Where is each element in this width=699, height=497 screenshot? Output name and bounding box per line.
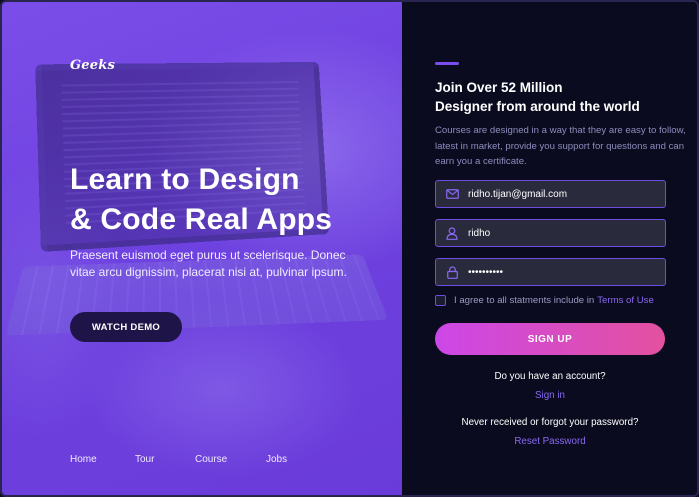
form-description: Courses are designed in a way that they … (435, 123, 697, 170)
signup-panel: Join Over 52 Million Designer from aroun… (402, 2, 699, 497)
mail-icon (436, 181, 468, 207)
have-account-text: Do you have an account? (435, 371, 665, 382)
hero-title: Learn to Design & Code Real Apps (70, 160, 390, 240)
footer-nav: Home Tour Course Jobs (70, 454, 287, 465)
form-title-line-2: Designer from around the world (435, 98, 695, 117)
email-field-wrapper (435, 180, 666, 208)
user-icon (436, 220, 468, 246)
app-window: Geeks Learn to Design & Code Real Apps P… (0, 0, 699, 497)
form-title-line-1: Join Over 52 Million (435, 79, 695, 98)
terms-checkbox[interactable] (435, 295, 446, 306)
username-input[interactable] (468, 228, 658, 239)
hero-section: Geeks Learn to Design & Code Real Apps P… (2, 2, 402, 497)
sign-in-link[interactable]: Sign in (435, 390, 665, 401)
terms-agreement-text: I agree to all statments include in (454, 295, 594, 306)
form-title: Join Over 52 Million Designer from aroun… (435, 79, 695, 116)
watch-demo-button[interactable]: WATCH DEMO (70, 312, 182, 342)
hero-title-line-2: & Code Real Apps (70, 200, 390, 240)
nav-link-home[interactable]: Home (70, 454, 135, 465)
sign-up-button[interactable]: SIGN UP (435, 323, 665, 355)
nav-link-course[interactable]: Course (195, 454, 266, 465)
password-field-wrapper (435, 258, 666, 286)
nav-link-jobs[interactable]: Jobs (266, 454, 287, 465)
terms-agreement: I agree to all statments include in Term… (435, 295, 654, 306)
brand-logo[interactable]: Geeks (70, 58, 115, 73)
hero-title-line-1: Learn to Design (70, 160, 390, 200)
accent-divider (435, 62, 459, 65)
terms-of-use-link[interactable]: Terms of Use (597, 295, 654, 306)
email-input[interactable] (468, 189, 658, 200)
hero-subtitle: Praesent euismod eget purus ut scelerisq… (70, 247, 370, 280)
username-field-wrapper (435, 219, 666, 247)
password-input[interactable] (468, 267, 658, 278)
lock-icon (436, 259, 468, 285)
reset-password-link[interactable]: Reset Password (435, 436, 665, 447)
nav-link-tour[interactable]: Tour (135, 454, 195, 465)
forgot-password-text: Never received or forgot your password? (435, 417, 665, 428)
